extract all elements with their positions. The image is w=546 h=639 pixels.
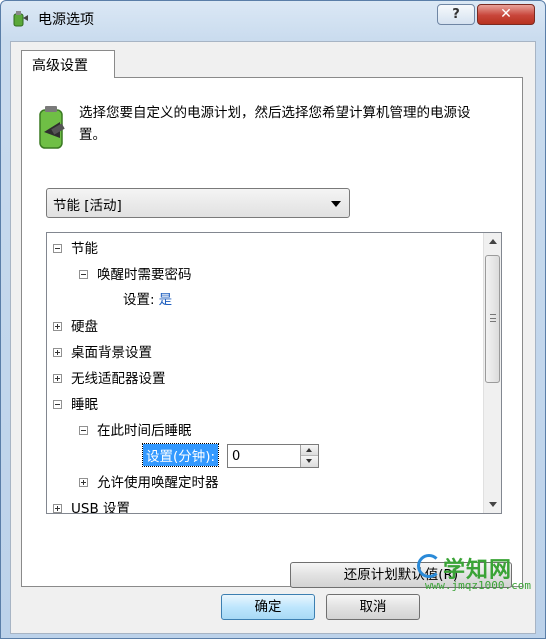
cancel-button[interactable]: 取消 bbox=[326, 594, 420, 620]
watermark: 学知网 www.jmqz1000.com bbox=[417, 552, 531, 594]
tree-item-require-password[interactable]: 唤醒时需要密码 bbox=[79, 263, 192, 287]
sleep-minutes-label: 设置(分钟): bbox=[141, 443, 220, 467]
tree-item-usb-settings[interactable]: USB 设置 bbox=[53, 497, 130, 513]
tree-item-power-saver[interactable]: 节能 bbox=[53, 237, 98, 261]
tree-item-sleep[interactable]: 睡眠 bbox=[53, 393, 98, 417]
stepper-buttons bbox=[300, 445, 318, 467]
description-text: 选择您要自定义的电源计划，然后选择您希望计算机管理的电源设置。 bbox=[79, 105, 471, 143]
expand-icon[interactable] bbox=[53, 321, 62, 331]
power-plan-selected-value: 节能 [活动] bbox=[53, 198, 122, 214]
watermark-url: www.jmqz1000.com bbox=[425, 579, 531, 592]
sleep-minutes-input[interactable] bbox=[228, 445, 294, 467]
collapse-icon[interactable] bbox=[79, 269, 88, 279]
collapse-icon[interactable] bbox=[53, 243, 62, 253]
tree-item-hard-disk[interactable]: 硬盘 bbox=[53, 315, 98, 339]
window-title: 电源选项 bbox=[38, 12, 94, 28]
help-button[interactable]: ? bbox=[437, 4, 475, 25]
expand-icon[interactable] bbox=[79, 477, 88, 487]
scrollbar-thumb[interactable] bbox=[485, 255, 500, 383]
tree-item-sleep-minutes[interactable]: 设置(分钟): bbox=[141, 443, 220, 468]
title-bar[interactable]: 电源选项 ? ✕ bbox=[1, 1, 545, 35]
dialog-body: 高级设置 选择您要自定义的电源计划，然后选择您希望计算机管理的电源设置。 节能 … bbox=[10, 41, 536, 634]
tree-item-sleep-after[interactable]: 在此时间后睡眠 bbox=[79, 419, 192, 443]
settings-tree[interactable]: 节能 唤醒时需要密码 设置: 是 硬盘 桌面背景设置 无线适配器设置 睡眠 在此… bbox=[46, 232, 502, 514]
tab-advanced-settings[interactable]: 高级设置 bbox=[21, 50, 115, 78]
ok-button[interactable]: 确定 bbox=[221, 594, 315, 620]
power-plan-dropdown[interactable]: 节能 [活动] bbox=[46, 188, 350, 218]
vertical-scrollbar[interactable] bbox=[483, 233, 501, 513]
stepper-up-icon[interactable] bbox=[301, 445, 318, 456]
stepper-down-icon[interactable] bbox=[301, 456, 318, 467]
collapse-icon[interactable] bbox=[53, 399, 62, 409]
power-options-icon bbox=[13, 11, 28, 27]
expand-icon[interactable] bbox=[53, 373, 62, 383]
tree-item-wake-timers[interactable]: 允许使用唤醒定时器 bbox=[79, 471, 219, 495]
watermark-logo-icon bbox=[417, 554, 441, 578]
power-options-window: 电源选项 ? ✕ 高级设置 选择您要自定义的电源计划，然后选择您希望计算机管理的… bbox=[0, 0, 546, 639]
scroll-up-icon[interactable] bbox=[484, 233, 501, 250]
collapse-icon[interactable] bbox=[79, 425, 88, 435]
grip-icon bbox=[490, 314, 496, 322]
expand-icon[interactable] bbox=[53, 347, 62, 357]
expand-icon[interactable] bbox=[53, 503, 62, 513]
tree-item-desktop-background[interactable]: 桌面背景设置 bbox=[53, 341, 152, 365]
close-button[interactable]: ✕ bbox=[477, 4, 535, 25]
chevron-down-icon bbox=[331, 201, 341, 207]
scroll-down-icon[interactable] bbox=[484, 496, 501, 513]
battery-plug-icon bbox=[39, 106, 65, 149]
tree-item-wireless-adapter[interactable]: 无线适配器设置 bbox=[53, 367, 166, 391]
sleep-minutes-stepper[interactable] bbox=[227, 444, 319, 468]
tree-item-password-setting[interactable]: 设置: 是 bbox=[123, 288, 172, 312]
advanced-settings-panel: 选择您要自定义的电源计划，然后选择您希望计算机管理的电源设置。 节能 [活动] … bbox=[21, 77, 523, 588]
password-setting-value[interactable]: 是 bbox=[159, 292, 173, 308]
